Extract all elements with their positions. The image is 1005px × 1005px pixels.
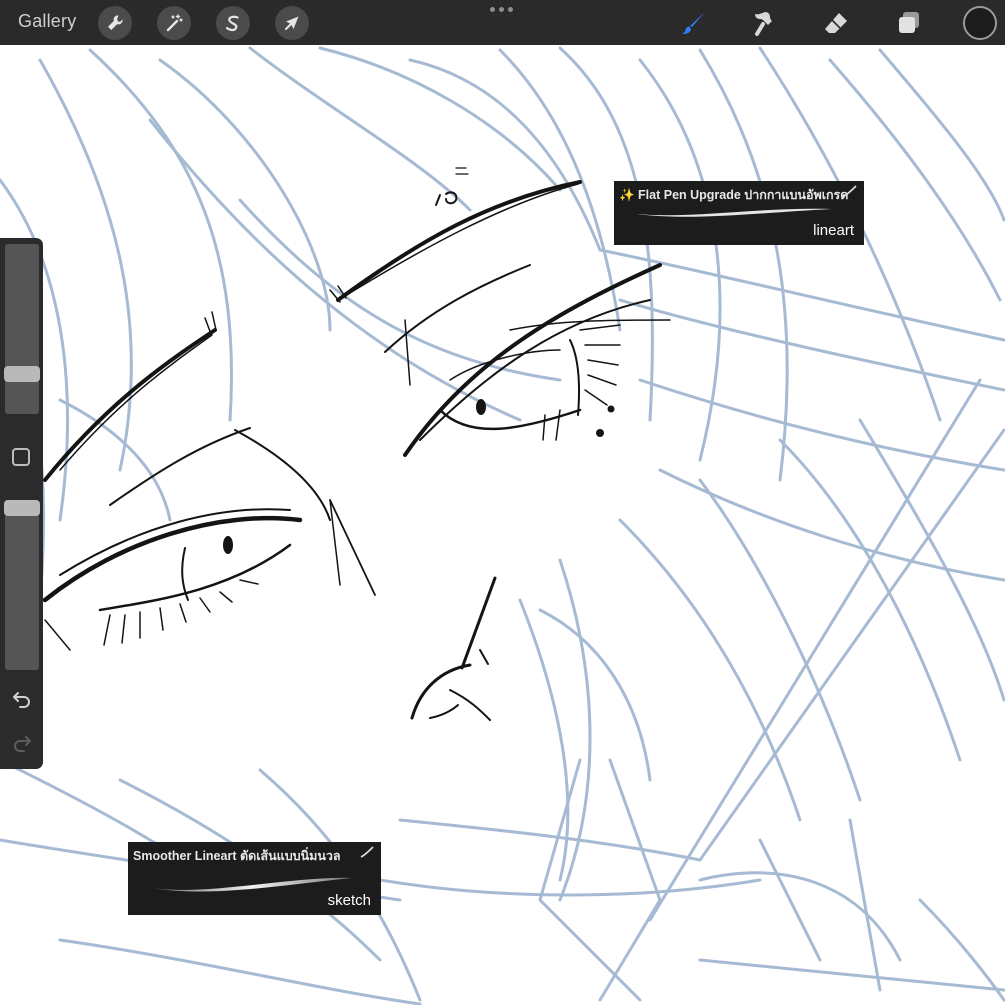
top-toolbar: Gallery	[0, 0, 1005, 45]
brush-stroke-mark-icon	[843, 185, 857, 197]
layers-icon[interactable]	[893, 7, 925, 39]
modify-square-icon[interactable]	[12, 448, 30, 466]
gallery-button[interactable]: Gallery	[18, 11, 76, 32]
brush-size-slider[interactable]	[5, 244, 39, 414]
smudge-icon[interactable]	[749, 7, 781, 39]
selection-s-icon[interactable]	[216, 6, 250, 40]
color-picker-button[interactable]	[963, 6, 997, 40]
magic-wand-icon[interactable]	[157, 6, 191, 40]
opacity-slider[interactable]	[5, 500, 39, 670]
redo-icon[interactable]	[11, 732, 33, 754]
more-options-icon[interactable]	[490, 7, 516, 15]
opacity-handle[interactable]	[4, 500, 40, 516]
brush-name: Smoother Lineart ตัดเส้นแบบนิ่มนวล	[133, 849, 341, 863]
transform-arrow-icon[interactable]	[275, 6, 309, 40]
brush-category-tag: lineart	[813, 222, 854, 239]
brush-preview-card-flat-pen: ✨ Flat Pen Upgrade ปากกาแบนอัพเกรด linea…	[614, 181, 864, 245]
brush-stroke-mark-icon	[360, 846, 374, 858]
brush-name: ✨ Flat Pen Upgrade ปากกาแบนอัพเกรด	[619, 188, 849, 202]
brush-icon[interactable]	[678, 7, 710, 39]
wrench-icon[interactable]	[98, 6, 132, 40]
brush-category-tag: sketch	[327, 892, 371, 909]
eraser-icon[interactable]	[820, 7, 852, 39]
brush-preview-card-smoother-lineart: Smoother Lineart ตัดเส้นแบบนิ่มนวล sketc…	[128, 842, 381, 915]
lineart-layer	[42, 167, 671, 721]
brush-stroke-preview	[152, 877, 352, 892]
brush-size-handle[interactable]	[4, 365, 40, 382]
brush-stroke-preview	[636, 208, 832, 217]
left-sidebar	[0, 238, 43, 769]
undo-icon[interactable]	[11, 688, 33, 710]
